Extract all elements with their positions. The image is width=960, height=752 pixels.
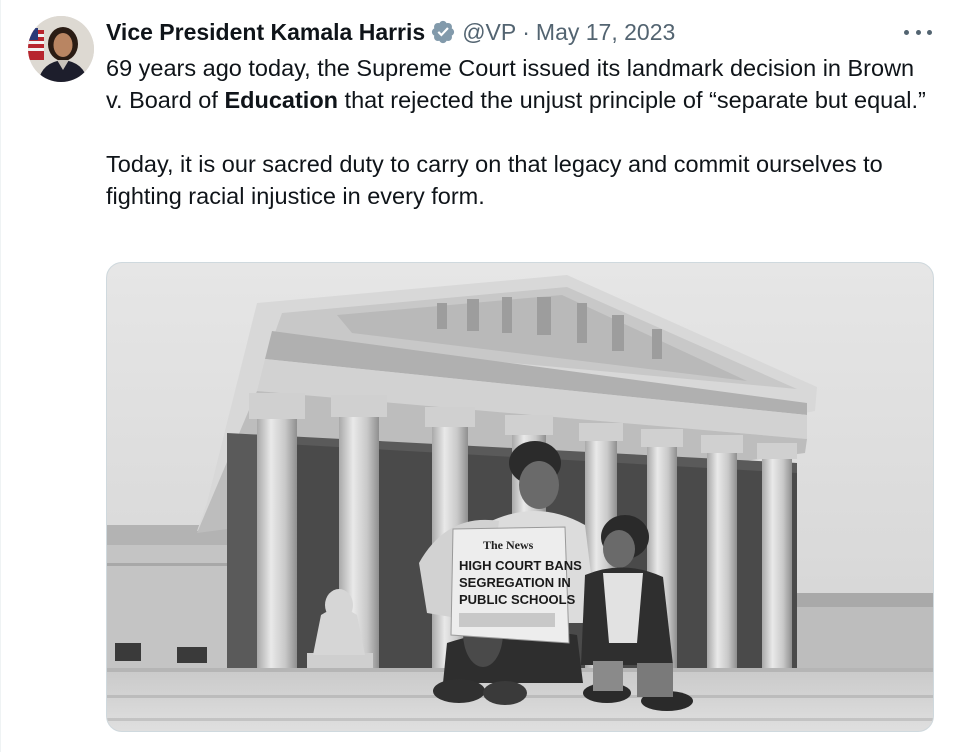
svg-text:HIGH COURT BANS: HIGH COURT BANS [459, 558, 582, 573]
profile-photo [28, 16, 94, 82]
bold-word: Education [224, 87, 339, 113]
tweet-photo[interactable]: The News HIGH COURT BANS SEGREGATION IN … [106, 262, 934, 732]
timeline-divider [0, 0, 1, 752]
more-horizontal-icon[interactable] [904, 22, 932, 42]
newspaper: The News HIGH COURT BANS SEGREGATION IN … [450, 526, 582, 644]
verified-badge-icon[interactable] [430, 19, 456, 45]
svg-text:The News: The News [483, 538, 534, 552]
tweet-paragraph-1: 69 years ago today, the Supreme Court is… [106, 55, 926, 113]
header-separator: · [522, 18, 530, 45]
svg-text:PUBLIC SCHOOLS: PUBLIC SCHOOLS [459, 592, 576, 607]
svg-text:SEGREGATION IN: SEGREGATION IN [459, 575, 571, 590]
tweet-header: Vice President Kamala Harris @VP · May 1… [106, 16, 675, 48]
author-handle[interactable]: @VP [462, 19, 516, 46]
supreme-court-photo: The News HIGH COURT BANS SEGREGATION IN … [107, 263, 933, 731]
tweet-date[interactable]: May 17, 2023 [536, 19, 675, 46]
tweet-text: 69 years ago today, the Supreme Court is… [106, 52, 936, 212]
avatar[interactable] [28, 16, 94, 82]
author-display-name[interactable]: Vice President Kamala Harris [106, 19, 425, 46]
tweet-paragraph-2: Today, it is our sacred duty to carry on… [106, 151, 883, 209]
